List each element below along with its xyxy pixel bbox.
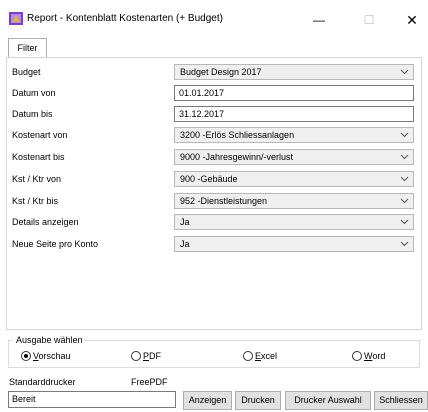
schliessen-button[interactable]: Schliessen	[374, 391, 428, 410]
kst-bis-value: 952 -Dienstleistungen	[180, 196, 268, 206]
kostenart-bis-select[interactable]: 9000 -Jahresgewinn/-verlust	[174, 149, 414, 165]
neue-seite-label: Neue Seite pro Konto	[12, 239, 99, 249]
status-field: Bereit	[8, 391, 176, 408]
chevron-down-icon	[400, 176, 409, 182]
budget-select-value: Budget Design 2017	[180, 67, 262, 77]
budget-select[interactable]: Budget Design 2017	[174, 64, 414, 80]
radio-word[interactable]: Word	[352, 350, 385, 362]
tab-filter[interactable]: Filter	[8, 38, 47, 58]
tab-bar: Filter	[0, 36, 428, 58]
datum-von-label: Datum von	[12, 88, 56, 98]
kst-von-label: Kst / Ktr von	[12, 174, 62, 184]
kst-von-value: 900 -Gebäude	[180, 174, 238, 184]
kostenart-bis-label: Kostenart bis	[12, 152, 65, 162]
chevron-down-icon	[400, 241, 409, 247]
kst-von-select[interactable]: 900 -Gebäude	[174, 171, 414, 187]
window-title: Report - Kontenblatt Kostenarten (+ Budg…	[27, 13, 223, 24]
radio-unselected-icon	[131, 351, 141, 361]
datum-bis-label: Datum bis	[12, 109, 53, 119]
chevron-down-icon	[400, 198, 409, 204]
printer-label: Standarddrucker	[9, 377, 76, 387]
chevron-down-icon	[400, 132, 409, 138]
title-bar: Report - Kontenblatt Kostenarten (+ Budg…	[0, 0, 428, 36]
details-label: Details anzeigen	[12, 217, 79, 227]
radio-unselected-icon	[243, 351, 253, 361]
group-border	[8, 340, 12, 341]
kostenart-von-label: Kostenart von	[12, 130, 68, 140]
radio-unselected-icon	[352, 351, 362, 361]
chevron-down-icon	[400, 219, 409, 225]
kostenart-von-select[interactable]: 3200 -Erlös Schliessanlagen	[174, 127, 414, 143]
budget-label: Budget	[12, 67, 41, 77]
neue-seite-select[interactable]: Ja	[174, 236, 414, 252]
maximize-button[interactable]: ☐	[355, 8, 383, 32]
kostenart-bis-value: 9000 -Jahresgewinn/-verlust	[180, 152, 294, 162]
neue-seite-value: Ja	[180, 239, 190, 249]
kostenart-von-value: 3200 -Erlös Schliessanlagen	[180, 130, 295, 140]
drucken-button[interactable]: Drucken	[235, 391, 281, 410]
app-icon	[9, 12, 23, 25]
chevron-down-icon	[400, 154, 409, 160]
datum-von-input[interactable]: 01.01.2017	[174, 85, 414, 101]
details-value: Ja	[180, 217, 190, 227]
radio-vorschau[interactable]: Vorschau	[21, 350, 71, 362]
radio-excel[interactable]: Excel	[243, 350, 277, 362]
printer-value: FreePDF	[131, 377, 168, 387]
group-border	[78, 340, 420, 341]
radio-pdf[interactable]: PDF	[131, 350, 161, 362]
minimize-button[interactable]: —	[305, 8, 333, 32]
details-select[interactable]: Ja	[174, 214, 414, 230]
anzeigen-button[interactable]: Anzeigen	[183, 391, 232, 410]
output-group-title: Ausgabe wählen	[15, 335, 84, 345]
kst-bis-label: Kst / Ktr bis	[12, 196, 59, 206]
radio-selected-icon	[21, 351, 31, 361]
datum-bis-input[interactable]: 31.12.2017	[174, 106, 414, 122]
chevron-down-icon	[400, 69, 409, 75]
close-button[interactable]: ✕	[398, 8, 426, 32]
drucker-auswahl-button[interactable]: Drucker Auswahl	[285, 391, 371, 410]
kst-bis-select[interactable]: 952 -Dienstleistungen	[174, 193, 414, 209]
